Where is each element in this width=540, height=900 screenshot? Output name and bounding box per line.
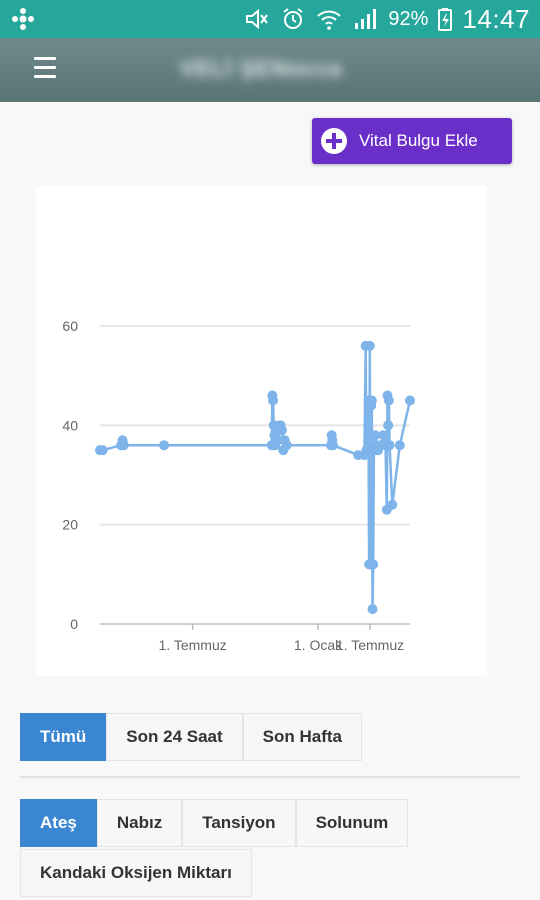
mute-icon — [244, 7, 270, 31]
tab-period_tabs-son-hafta[interactable]: Son Hafta — [242, 713, 362, 761]
x-tick-label: 1. Temmuz — [336, 637, 404, 653]
battery-icon — [438, 7, 453, 31]
tab-vital_tabs-ateş[interactable]: Ateş — [20, 799, 97, 847]
data-point — [367, 604, 378, 615]
period-tabs: Tümü Son 24 Saat Son Hafta — [20, 713, 362, 761]
data-point — [383, 395, 394, 406]
data-point — [159, 440, 170, 451]
series-line-ates — [100, 344, 412, 611]
data-point — [405, 395, 415, 406]
tab-vital_tabs-kandaki-oksijen-miktarı[interactable]: Kandaki Oksijen Miktarı — [20, 849, 252, 897]
vital-chart-card: 02040601. Temmuz1. Ocak1. TemmuzAteş — [36, 186, 487, 676]
vital-type-tabs: Ateş Nabız Tansiyon Solunum — [20, 799, 409, 847]
data-point — [394, 440, 405, 451]
add-vital-button[interactable]: Vital Bulgu Ekle — [312, 118, 512, 164]
battery-percent: 92% — [388, 7, 429, 30]
data-point — [118, 440, 129, 451]
add-vital-button-label: Vital Bulgu Ekle — [359, 131, 478, 150]
data-point — [268, 395, 279, 406]
data-point — [97, 445, 108, 456]
y-tick-label: 0 — [70, 616, 78, 632]
y-tick-label: 40 — [62, 417, 78, 433]
data-point — [387, 499, 398, 510]
divider — [20, 776, 520, 778]
tab-vital_tabs-nabız[interactable]: Nabız — [96, 799, 183, 847]
y-tick-label: 20 — [62, 517, 78, 533]
data-point — [383, 420, 394, 431]
page-title: VELİ ŞENocca — [180, 56, 343, 81]
tab-vital_tabs-solunum[interactable]: Solunum — [295, 799, 409, 847]
wifi-icon — [316, 7, 342, 31]
y-tick-label: 60 — [62, 318, 78, 334]
clock: 14:47 — [462, 3, 530, 34]
app-notification-icon — [10, 6, 36, 32]
vital-type-tabs-row2: Kandaki Oksijen Miktarı — [20, 849, 252, 897]
tab-vital_tabs-tansiyon[interactable]: Tansiyon — [182, 799, 296, 847]
data-point — [276, 425, 287, 436]
app-header: VELİ ŞENocca — [0, 38, 540, 102]
data-point — [328, 440, 339, 451]
data-point — [366, 395, 377, 406]
data-point — [281, 440, 292, 451]
data-point — [378, 430, 389, 441]
status-bar: 92% 14:47 — [0, 0, 540, 38]
tab-period_tabs-son-24-saat[interactable]: Son 24 Saat — [106, 713, 243, 761]
main-content: Vital Bulgu Ekle 0 20 40 60 1. Temmuz 1. Ocak… — [0, 102, 540, 900]
tab-period_tabs-tümü[interactable]: Tümü — [20, 713, 107, 761]
vital-chart: 02040601. Temmuz1. Ocak1. TemmuzAteş — [62, 318, 415, 653]
x-tick-label: 1. Temmuz — [159, 637, 227, 653]
signal-icon — [352, 7, 378, 31]
data-point — [384, 440, 395, 451]
data-point — [364, 340, 375, 351]
data-point — [368, 559, 379, 570]
plus-icon — [321, 128, 347, 154]
alarm-icon — [280, 7, 306, 31]
hamburger-menu-icon[interactable] — [34, 57, 56, 79]
